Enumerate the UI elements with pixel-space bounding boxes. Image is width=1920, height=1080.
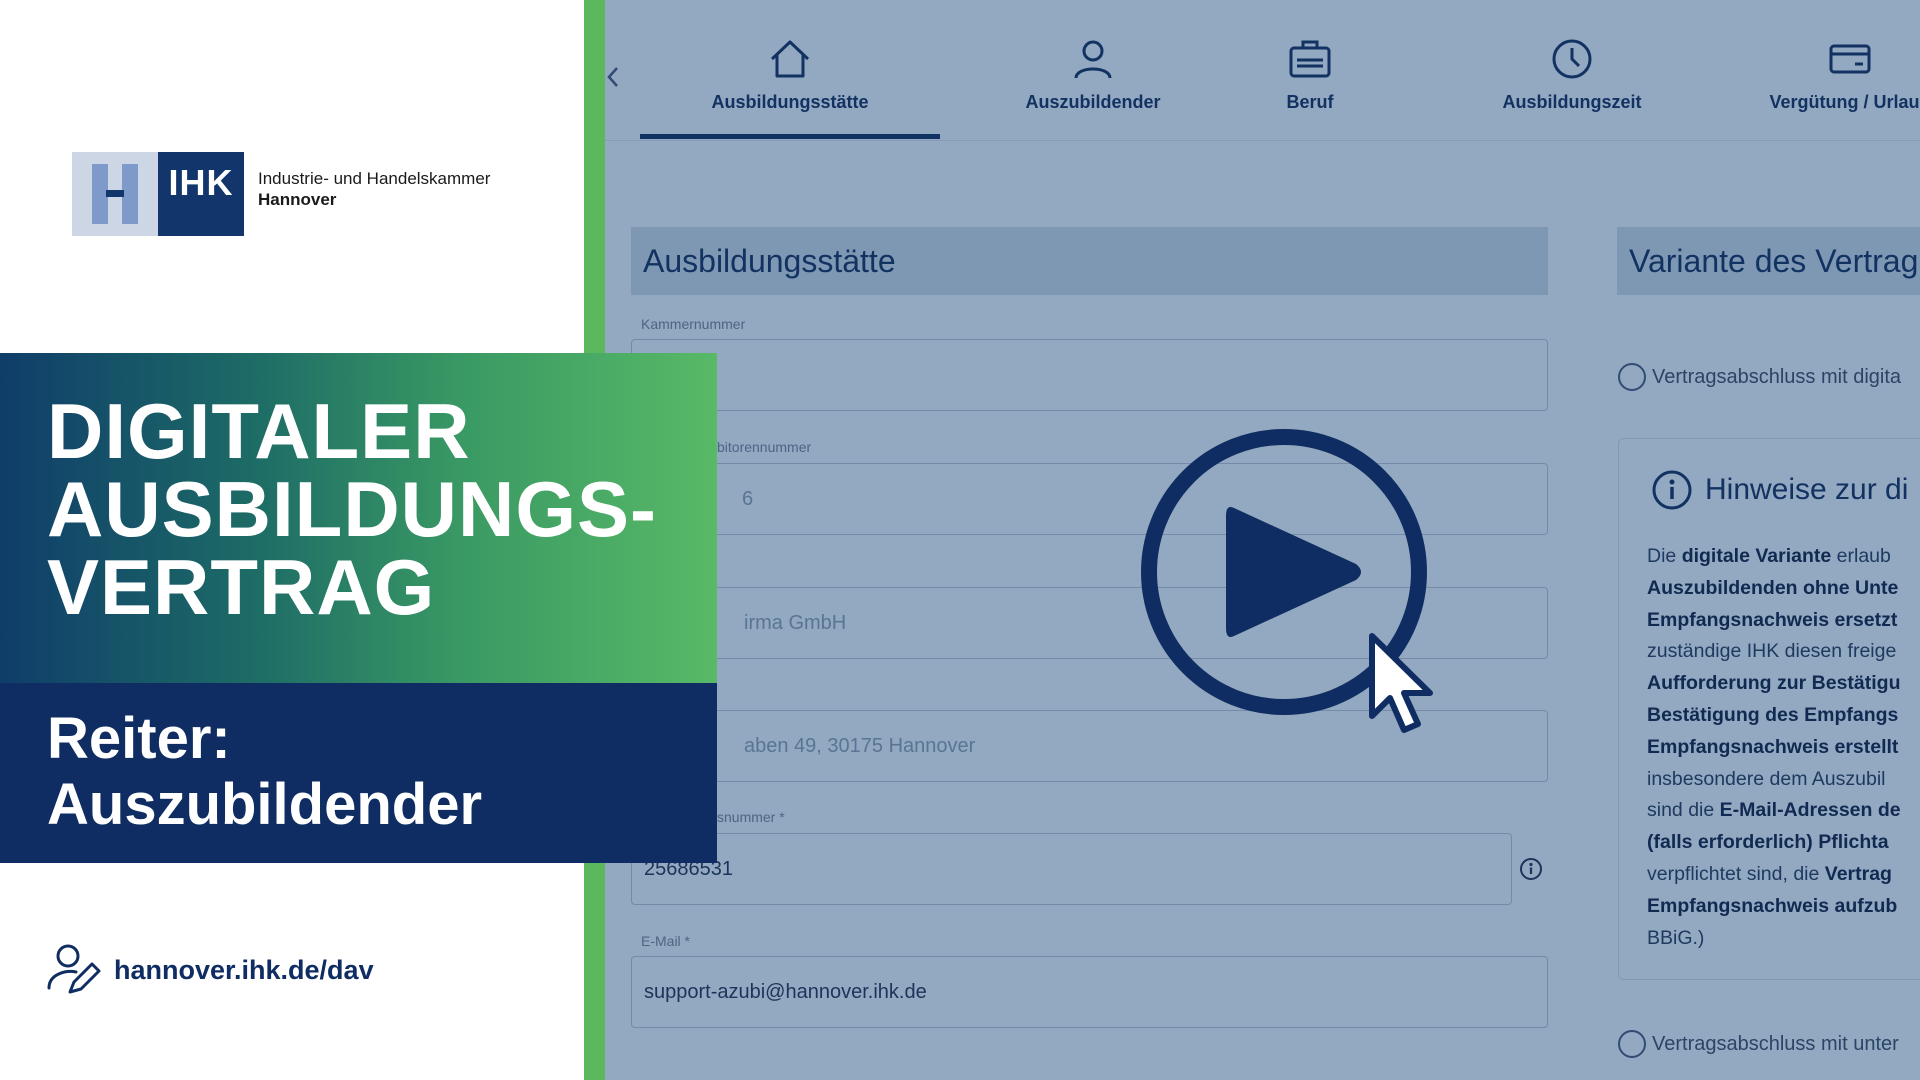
field-label: snummer * (717, 809, 785, 825)
section-title-variante: Variante des Vertrag (1617, 227, 1920, 295)
briefcase-icon (1287, 36, 1333, 82)
tab-beruf[interactable]: Beruf (1260, 36, 1360, 141)
hint-segment: Auszubildenden ohne Unte (1647, 576, 1899, 599)
active-tab-indicator (640, 134, 940, 139)
hint-segment: Empfangsnachweis ersetzt (1647, 608, 1898, 631)
ihk-h-mark (72, 152, 158, 236)
hint-line: sind die E-Mail-Adressen de (1647, 795, 1920, 827)
radio-circle[interactable] (1618, 363, 1646, 391)
card-icon (1827, 36, 1873, 82)
hint-segment: (falls erforderlich) Pflichta (1647, 831, 1889, 854)
ihk-badge: IHK (158, 152, 244, 236)
hint-box: Hinweise zur di Die digitale Variante er… (1618, 438, 1920, 980)
hint-segment: erlaub (1831, 545, 1891, 567)
field-label: E-Mail * (641, 933, 691, 949)
hint-line: verpflichtet sind, die Vertrag (1647, 859, 1920, 891)
banner-subtitle: Reiter: Auszubildender (47, 706, 483, 837)
betriebsnummer-field[interactable]: 25686531 (631, 833, 1512, 905)
hint-title: Hinweise zur di (1651, 469, 1908, 511)
hint-segment: insbesondere dem Auszubil (1647, 767, 1886, 790)
hint-line: Auszubildenden ohne Unte (1647, 573, 1920, 605)
clock-icon (1549, 36, 1595, 82)
hint-segment: Bestätigung des Empfangs (1647, 703, 1899, 726)
hint-line: Die digitale Variante erlaub (1647, 541, 1920, 573)
tab-navigation: Ausbildungsstätte Auszubildender Beruf A… (605, 0, 1920, 141)
mouse-cursor-icon (1366, 632, 1442, 736)
banner-title: DIGITALER AUSBILDUNGS- VERTRAG (47, 387, 657, 631)
hint-text: Die digitale Variante erlaub Auszubildend… (1647, 541, 1920, 954)
hint-segment: Vertrag (1824, 862, 1892, 885)
user-icon (1070, 36, 1116, 82)
tab-verguetung-urlaub[interactable]: Vergütung / Urlaub (1750, 36, 1920, 141)
tab-auszubildender[interactable]: Auszubildender (993, 36, 1193, 141)
hint-line: Empfangsnachweis ersetzt (1647, 605, 1920, 637)
footer-link-text[interactable]: hannover.ihk.de/dav (114, 955, 374, 986)
radio-circle[interactable] (1618, 1030, 1646, 1058)
logo-line-2: Hannover (258, 190, 337, 209)
logo-line-1: Industrie- und Handelskammer (258, 169, 491, 188)
ihk-logo: IHK Industrie- und Handelskammer Hannove… (72, 152, 490, 236)
email-field[interactable]: support-azubi@hannover.ihk.de (631, 956, 1548, 1028)
hint-segment: Empfangsnachweis aufzub (1647, 894, 1898, 917)
info-icon[interactable] (1519, 857, 1543, 881)
tab-ausbildungszeit[interactable]: Ausbildungszeit (1472, 36, 1672, 141)
field-label: Kammernummer (641, 316, 746, 332)
hint-segment: verpflichtet sind, die (1647, 862, 1825, 885)
hint-segment: sind die (1647, 799, 1720, 822)
hint-segment: zuständige IHK diesen freige (1647, 640, 1897, 663)
hint-line: Empfangsnachweis erstellt (1647, 732, 1920, 764)
hint-line: insbesondere dem Auszubil (1647, 764, 1920, 796)
hint-line: BBiG.) (1647, 923, 1920, 955)
user-edit-icon (47, 944, 101, 994)
hint-line: Bestätigung des Empfangs (1647, 700, 1920, 732)
hint-segment: digitale Variante (1681, 545, 1832, 567)
section-title-ausbildungsstaette: Ausbildungsstätte (631, 227, 1548, 295)
radio-digital[interactable]: Vertragsabschluss mit digita (1618, 363, 1901, 391)
hint-segment: Die (1647, 545, 1682, 567)
field-label: bitorennummer (717, 439, 812, 455)
video-thumbnail: IHK Industrie- und Handelskammer Hannove… (0, 0, 1920, 1080)
tab-ausbildungsstaette[interactable]: Ausbildungsstätte (640, 36, 940, 141)
hint-line: (falls erforderlich) Pflichta (1647, 827, 1920, 859)
hint-segment: Aufforderung zur Bestätigu (1647, 672, 1901, 695)
hint-segment: BBiG.) (1647, 926, 1705, 949)
hint-segment: E-Mail-Adressen de (1719, 799, 1901, 822)
hint-segment: Empfangsnachweis erstellt (1647, 735, 1899, 758)
logo-wordmark: Industrie- und Handelskammer Hannover (258, 168, 490, 210)
chevron-left-icon[interactable] (605, 62, 625, 102)
hint-line: Empfangsnachweis aufzub (1647, 891, 1920, 923)
radio-unterschrift[interactable]: Vertragsabschluss mit unter (1618, 1030, 1899, 1058)
hint-line: Aufforderung zur Bestätigu (1647, 668, 1920, 700)
hint-line: zuständige IHK diesen freige (1647, 636, 1920, 668)
info-circle-icon (1652, 470, 1692, 510)
home-icon (767, 36, 813, 82)
kammernummer-field[interactable] (631, 339, 1548, 411)
footer-link[interactable]: hannover.ihk.de/dav (46, 942, 374, 998)
